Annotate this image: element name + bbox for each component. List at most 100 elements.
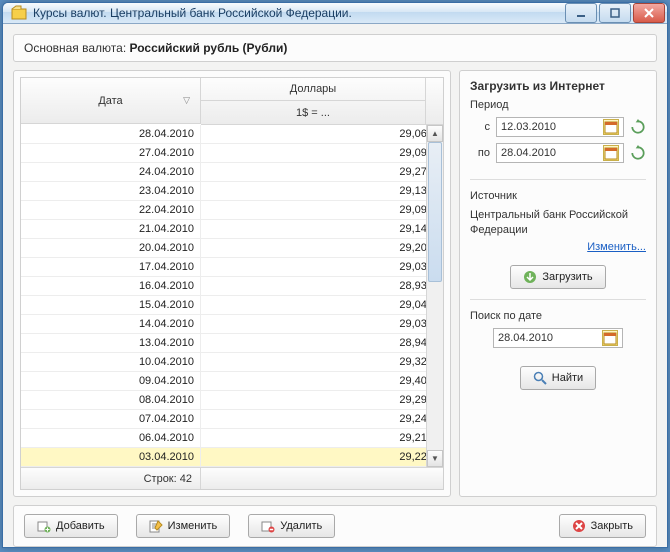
cell-date: 14.04.2010 [21,315,201,333]
column-header-date[interactable]: Дата ▽ [21,78,201,124]
calendar-icon[interactable] [603,119,619,135]
table-header: Дата ▽ Доллары 1$ = ... [21,78,443,125]
table-row[interactable]: 17.04.201029,03р [21,258,443,277]
close-icon [572,519,586,533]
base-currency-label: Основная валюта: [24,41,126,55]
cell-date: 08.04.2010 [21,391,201,409]
scroll-thumb[interactable] [428,142,442,282]
cell-value: 29,21р [201,429,443,447]
footer-rowcount-label: Строк: [144,473,177,485]
close-window-button[interactable] [633,3,665,23]
table-row[interactable]: 22.04.201029,09р [21,201,443,220]
cell-value: 29,14р [201,220,443,238]
cell-date: 17.04.2010 [21,258,201,276]
cell-value: 29,03р [201,258,443,276]
window-title: Курсы валют. Центральный банк Российской… [33,6,565,20]
calendar-icon[interactable] [602,330,618,346]
column-header-rate[interactable]: 1$ = ... [201,101,425,124]
side-panel: Загрузить из Интернет Период с 12.03.201… [459,70,657,497]
cell-date: 22.04.2010 [21,201,201,219]
cell-value: 29,20р [201,239,443,257]
minimize-button[interactable] [565,3,597,23]
table-row[interactable]: 08.04.201029,29р [21,391,443,410]
cell-date: 21.04.2010 [21,220,201,238]
cell-value: 28,94р [201,334,443,352]
add-button[interactable]: Добавить [24,514,118,538]
table-row[interactable]: 06.04.201029,21р [21,429,443,448]
cell-date: 23.04.2010 [21,182,201,200]
source-label: Источник [470,190,646,202]
rates-panel: Дата ▽ Доллары 1$ = ... 28.04.201029,06р… [13,70,451,497]
find-button[interactable]: Найти [520,366,596,390]
titlebar[interactable]: Курсы валют. Центральный банк Российской… [3,3,667,24]
table-row[interactable]: 16.04.201028,93р [21,277,443,296]
cell-date: 15.04.2010 [21,296,201,314]
table-body[interactable]: 28.04.201029,06р27.04.201029,09р24.04.20… [21,125,443,467]
cell-value: 29,27р [201,163,443,181]
maximize-button[interactable] [599,3,631,23]
change-source-link[interactable]: Изменить... [470,241,646,253]
cell-date: 06.04.2010 [21,429,201,447]
vertical-scrollbar[interactable]: ▲ ▼ [426,125,443,467]
refresh-from-icon[interactable] [630,119,646,135]
delete-button[interactable]: Удалить [248,514,335,538]
base-currency-value: Российский рубль (Рубли) [130,41,288,55]
table-row[interactable]: 15.04.201029,04р [21,296,443,315]
table-row[interactable]: 10.04.201029,32р [21,353,443,372]
from-date-input[interactable]: 12.03.2010 [496,117,624,137]
edit-icon [149,519,163,533]
cell-value: 29,04р [201,296,443,314]
delete-icon [261,519,275,533]
table-row[interactable]: 03.04.201029,22р [21,448,443,467]
scroll-up-button[interactable]: ▲ [427,125,443,142]
search-icon [533,371,547,385]
table-row[interactable]: 20.04.201029,20р [21,239,443,258]
download-button[interactable]: Загрузить [510,265,605,289]
cell-date: 27.04.2010 [21,144,201,162]
period-label: Период [470,99,646,111]
sort-desc-icon: ▽ [183,95,190,106]
cell-date: 03.04.2010 [21,448,201,466]
table-row[interactable]: 09.04.201029,40р [21,372,443,391]
table-row[interactable]: 21.04.201029,14р [21,220,443,239]
cell-date: 28.04.2010 [21,125,201,143]
table-row[interactable]: 23.04.201029,13р [21,182,443,201]
close-button[interactable]: Закрыть [559,514,646,538]
cell-date: 13.04.2010 [21,334,201,352]
table-row[interactable]: 24.04.201029,27р [21,163,443,182]
cell-date: 10.04.2010 [21,353,201,371]
table-row[interactable]: 27.04.201029,09р [21,144,443,163]
action-bar: Добавить Изменить Удалить Закрыть [13,505,657,547]
cell-date: 24.04.2010 [21,163,201,181]
table-row[interactable]: 07.04.201029,24р [21,410,443,429]
cell-value: 28,93р [201,277,443,295]
to-date-input[interactable]: 28.04.2010 [496,143,624,163]
table-row[interactable]: 28.04.201029,06р [21,125,443,144]
cell-value: 29,24р [201,410,443,428]
table-row[interactable]: 14.04.201029,03р [21,315,443,334]
cell-value: 29,13р [201,182,443,200]
download-icon [523,270,537,284]
cell-value: 29,09р [201,144,443,162]
cell-value: 29,22р [201,448,443,466]
search-date-input[interactable]: 28.04.2010 [493,328,623,348]
edit-button[interactable]: Изменить [136,514,231,538]
search-label: Поиск по дате [470,310,646,322]
cell-value: 29,06р [201,125,443,143]
calendar-icon[interactable] [603,145,619,161]
scroll-down-button[interactable]: ▼ [427,450,443,467]
column-header-currency[interactable]: Доллары [201,78,425,101]
cell-value: 29,32р [201,353,443,371]
cell-date: 09.04.2010 [21,372,201,390]
cell-date: 16.04.2010 [21,277,201,295]
app-icon [11,5,27,21]
table-footer: Строк: 42 [21,467,443,489]
rates-table: Дата ▽ Доллары 1$ = ... 28.04.201029,06р… [20,77,444,490]
cell-value: 29,09р [201,201,443,219]
table-row[interactable]: 13.04.201028,94р [21,334,443,353]
cell-value: 29,03р [201,315,443,333]
footer-rowcount-value: 42 [180,473,192,485]
add-icon [37,519,51,533]
refresh-to-icon[interactable] [630,145,646,161]
app-window: Курсы валют. Центральный банк Российской… [2,2,668,548]
